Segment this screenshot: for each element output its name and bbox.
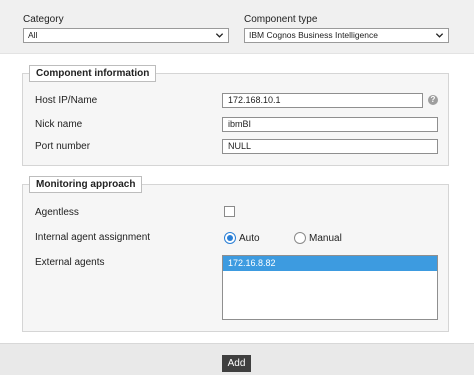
external-agent-item[interactable]: 172.16.8.82 bbox=[223, 256, 437, 271]
component-info-legend: Component information bbox=[29, 65, 157, 82]
auto-label: Auto bbox=[239, 233, 260, 244]
host-value: 172.168.10.1 bbox=[228, 95, 281, 105]
nick-input[interactable]: ibmBI bbox=[222, 117, 438, 132]
nick-value: ibmBI bbox=[228, 119, 252, 129]
port-value: NULL bbox=[228, 141, 252, 151]
host-label: Host IP/Name bbox=[35, 95, 98, 106]
agentless-checkbox[interactable] bbox=[224, 206, 235, 217]
filter-bar: Category All Component type IBM Cognos B… bbox=[0, 0, 474, 54]
component-type-select[interactable]: IBM Cognos Business Intelligence bbox=[244, 28, 449, 43]
port-input[interactable]: NULL bbox=[222, 139, 438, 154]
category-value: All bbox=[28, 30, 38, 40]
external-agents-list[interactable]: 172.16.8.82 bbox=[222, 255, 438, 320]
chevron-down-icon bbox=[435, 33, 444, 38]
action-bar: Add bbox=[0, 343, 474, 375]
external-agents-label: External agents bbox=[35, 257, 105, 268]
nick-label: Nick name bbox=[35, 119, 83, 130]
chevron-down-icon bbox=[215, 33, 224, 38]
manual-label: Manual bbox=[309, 233, 342, 244]
port-label: Port number bbox=[35, 141, 91, 152]
host-input[interactable]: 172.168.10.1 bbox=[222, 93, 423, 108]
category-select[interactable]: All bbox=[23, 28, 229, 43]
add-component-form: Category All Component type IBM Cognos B… bbox=[0, 0, 474, 375]
add-button[interactable]: Add bbox=[222, 355, 251, 372]
manual-radio[interactable] bbox=[294, 232, 306, 244]
agentless-label: Agentless bbox=[35, 207, 79, 218]
help-icon[interactable]: ? bbox=[428, 95, 438, 105]
component-type-value: IBM Cognos Business Intelligence bbox=[249, 30, 378, 40]
assignment-label: Internal agent assignment bbox=[35, 232, 151, 243]
monitoring-legend: Monitoring approach bbox=[29, 176, 143, 193]
component-type-label: Component type bbox=[244, 14, 318, 25]
auto-radio[interactable] bbox=[224, 232, 236, 244]
category-label: Category bbox=[23, 14, 64, 25]
